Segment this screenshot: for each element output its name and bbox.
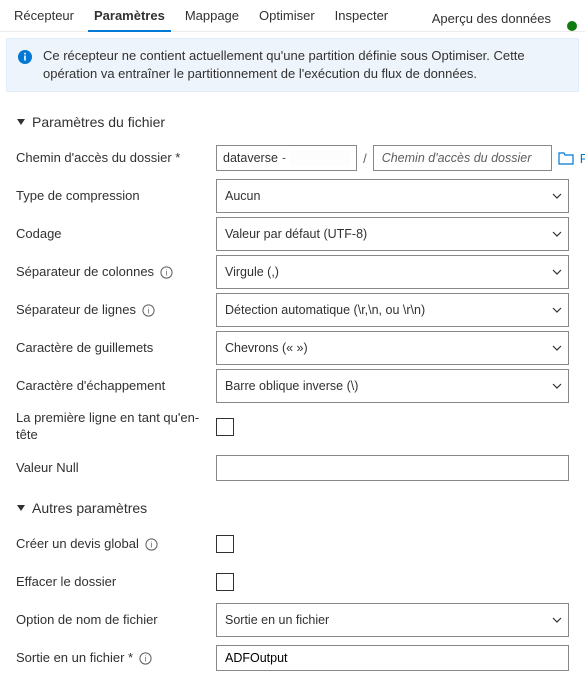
label-line-sep: Séparateur de lignes i bbox=[16, 302, 216, 319]
info-icon[interactable]: i bbox=[145, 538, 158, 551]
label-null-value: Valeur Null bbox=[16, 460, 216, 477]
folder-path-input[interactable] bbox=[373, 145, 552, 171]
row-escape: Caractère d'échappement Barre oblique in… bbox=[16, 368, 569, 404]
chevron-down-icon bbox=[551, 304, 563, 316]
label-clear-folder: Effacer le dossier bbox=[16, 574, 216, 591]
row-output-file: Sortie en un fichier * i bbox=[16, 640, 569, 676]
filename-option-select[interactable]: Sortie en un fichier bbox=[216, 603, 569, 637]
output-file-input[interactable] bbox=[216, 645, 569, 671]
quote-select[interactable]: Chevrons (« ») bbox=[216, 331, 569, 365]
row-quote-all: Créer un devis global i bbox=[16, 526, 569, 562]
chevron-down-icon bbox=[551, 614, 563, 626]
path-separator: / bbox=[363, 151, 367, 166]
tab-recepteur[interactable]: Récepteur bbox=[4, 2, 84, 31]
row-col-sep: Séparateur de colonnes i Virgule (,) bbox=[16, 254, 569, 290]
browse-folder-icon[interactable] bbox=[558, 151, 574, 165]
label-folder-path: Chemin d'accès du dossier * bbox=[16, 150, 216, 167]
info-icon[interactable]: i bbox=[142, 304, 155, 317]
line-sep-value: Détection automatique (\r,\n, ou \r\n) bbox=[225, 303, 425, 317]
row-folder-path: Chemin d'accès du dossier * dataverse - … bbox=[16, 140, 569, 176]
label-filename-option: Option de nom de fichier bbox=[16, 612, 216, 629]
section-other-settings-title: Autres paramètres bbox=[32, 500, 147, 516]
notice-text: Ce récepteur ne contient actuellement qu… bbox=[43, 47, 568, 83]
chevron-down-icon bbox=[551, 190, 563, 202]
chevron-down-icon bbox=[551, 266, 563, 278]
chevron-down-icon bbox=[551, 228, 563, 240]
folder-container-masked bbox=[290, 150, 350, 166]
compression-select[interactable]: Aucun bbox=[216, 179, 569, 213]
row-null-value: Valeur Null bbox=[16, 450, 569, 486]
label-escape: Caractère d'échappement bbox=[16, 378, 216, 395]
first-line-header-checkbox[interactable] bbox=[216, 418, 234, 436]
label-output-file: Sortie en un fichier * i bbox=[16, 650, 216, 667]
line-sep-select[interactable]: Détection automatique (\r,\n, ou \r\n) bbox=[216, 293, 569, 327]
section-file-settings-title: Paramètres du fichier bbox=[32, 114, 165, 130]
svg-text:i: i bbox=[150, 540, 152, 549]
row-line-sep: Séparateur de lignes i Détection automat… bbox=[16, 292, 569, 328]
row-filename-option: Option de nom de fichier Sortie en un fi… bbox=[16, 602, 569, 638]
label-encoding: Codage bbox=[16, 226, 216, 243]
escape-value: Barre oblique inverse (\) bbox=[225, 379, 358, 393]
col-sep-select[interactable]: Virgule (,) bbox=[216, 255, 569, 289]
notice-banner: Ce récepteur ne contient actuellement qu… bbox=[6, 38, 579, 92]
encoding-value: Valeur par défaut (UTF-8) bbox=[225, 227, 367, 241]
row-encoding: Codage Valeur par défaut (UTF-8) bbox=[16, 216, 569, 252]
tab-optimiser[interactable]: Optimiser bbox=[249, 2, 325, 31]
row-clear-folder: Effacer le dossier bbox=[16, 564, 569, 600]
chevron-down-icon bbox=[551, 342, 563, 354]
svg-text:i: i bbox=[148, 306, 150, 315]
tab-parametres[interactable]: Paramètres bbox=[84, 2, 175, 31]
label-col-sep: Séparateur de colonnes i bbox=[16, 264, 216, 281]
quote-all-checkbox[interactable] bbox=[216, 535, 234, 553]
tab-bar: Récepteur Paramètres Mappage Optimiser I… bbox=[0, 0, 585, 32]
status-dot-icon bbox=[567, 21, 577, 31]
compression-value: Aucun bbox=[225, 189, 260, 203]
section-file-settings[interactable]: Paramètres du fichier bbox=[16, 114, 569, 130]
svg-text:i: i bbox=[166, 268, 168, 277]
quote-value: Chevrons (« ») bbox=[225, 341, 308, 355]
chevron-down-icon bbox=[551, 380, 563, 392]
label-first-line-header: La première ligne en tant qu'en-tête bbox=[16, 406, 216, 448]
browse-link[interactable]: Parcourir bbox=[580, 151, 585, 166]
info-icon bbox=[17, 49, 33, 83]
tab-apercu[interactable]: Aperçu des données bbox=[424, 10, 559, 31]
null-value-input[interactable] bbox=[216, 455, 569, 481]
collapse-icon bbox=[16, 503, 26, 513]
tab-inspecter[interactable]: Inspecter bbox=[325, 2, 398, 31]
filename-option-value: Sortie en un fichier bbox=[225, 613, 329, 627]
tab-mappage[interactable]: Mappage bbox=[175, 2, 249, 31]
folder-container-value: dataverse bbox=[223, 151, 278, 165]
folder-container-input[interactable]: dataverse - bbox=[216, 145, 357, 171]
section-other-settings[interactable]: Autres paramètres bbox=[16, 500, 569, 516]
tab-apercu-label: Aperçu des données bbox=[432, 11, 551, 26]
escape-select[interactable]: Barre oblique inverse (\) bbox=[216, 369, 569, 403]
label-quote: Caractère de guillemets bbox=[16, 340, 216, 357]
row-first-line-header: La première ligne en tant qu'en-tête bbox=[16, 406, 569, 448]
label-compression: Type de compression bbox=[16, 188, 216, 205]
dash-icon: - bbox=[282, 151, 286, 165]
collapse-icon bbox=[16, 117, 26, 127]
encoding-select[interactable]: Valeur par défaut (UTF-8) bbox=[216, 217, 569, 251]
info-icon[interactable]: i bbox=[139, 652, 152, 665]
col-sep-value: Virgule (,) bbox=[225, 265, 279, 279]
clear-folder-checkbox[interactable] bbox=[216, 573, 234, 591]
row-quote: Caractère de guillemets Chevrons (« ») bbox=[16, 330, 569, 366]
row-compression: Type de compression Aucun bbox=[16, 178, 569, 214]
label-quote-all: Créer un devis global i bbox=[16, 536, 216, 553]
info-icon[interactable]: i bbox=[160, 266, 173, 279]
